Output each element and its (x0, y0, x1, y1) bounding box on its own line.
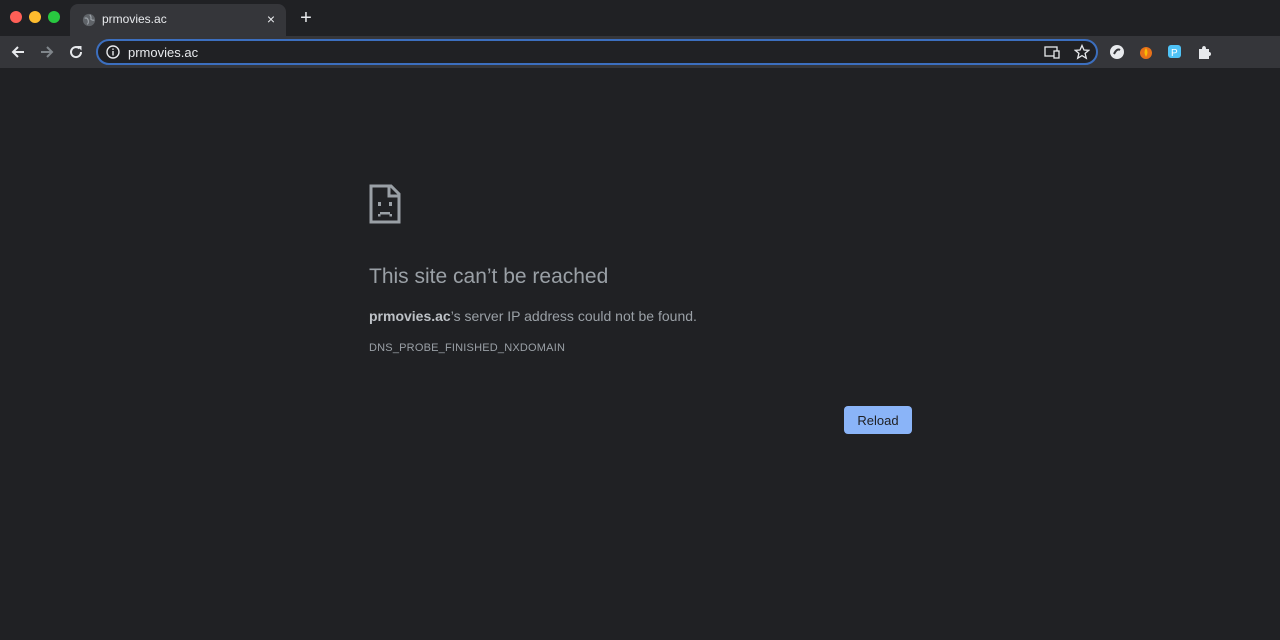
extension-fire-icon[interactable] (1138, 44, 1154, 60)
info-icon[interactable] (106, 45, 120, 59)
url-text[interactable]: prmovies.ac (128, 45, 198, 60)
reload-button[interactable]: Reload (844, 406, 912, 434)
sad-page-icon (369, 184, 401, 224)
toolbar: prmovies.ac P 0 (0, 36, 1280, 101)
tab-prmovies[interactable]: prmovies.ac × (70, 4, 286, 36)
globe-icon (82, 13, 96, 27)
close-window-button[interactable] (10, 11, 22, 23)
svg-text:P: P (1171, 48, 1178, 59)
new-tab-button[interactable]: + (297, 8, 315, 28)
back-arrow-icon[interactable] (8, 42, 28, 62)
error-page: This site can’t be reached prmovies.ac’s… (0, 68, 1280, 640)
error-code: DNS_PROBE_FINISHED_NXDOMAIN (369, 342, 566, 354)
minimize-window-button[interactable] (29, 11, 41, 23)
error-message-suffix: ’s server IP address could not be found. (450, 308, 697, 324)
cast-icon[interactable] (1044, 45, 1060, 59)
address-bar[interactable]: prmovies.ac (96, 39, 1098, 65)
tab-strip: prmovies.ac × + (0, 0, 1280, 36)
extension-p-icon[interactable]: P (1167, 44, 1183, 60)
page-title: This site can’t be reached (369, 265, 609, 288)
reload-icon[interactable] (66, 42, 86, 62)
error-host: prmovies.ac (369, 308, 451, 324)
tab-title: prmovies.ac (102, 12, 167, 26)
extension-s-icon[interactable] (1109, 44, 1125, 60)
forward-arrow-icon[interactable] (37, 42, 57, 62)
zoom-window-button[interactable] (48, 11, 60, 23)
error-message: prmovies.ac’s server IP address could no… (369, 308, 697, 324)
tab-close-icon[interactable]: × (263, 11, 279, 27)
puzzle-icon[interactable] (1196, 44, 1212, 60)
star-icon[interactable] (1074, 44, 1090, 60)
